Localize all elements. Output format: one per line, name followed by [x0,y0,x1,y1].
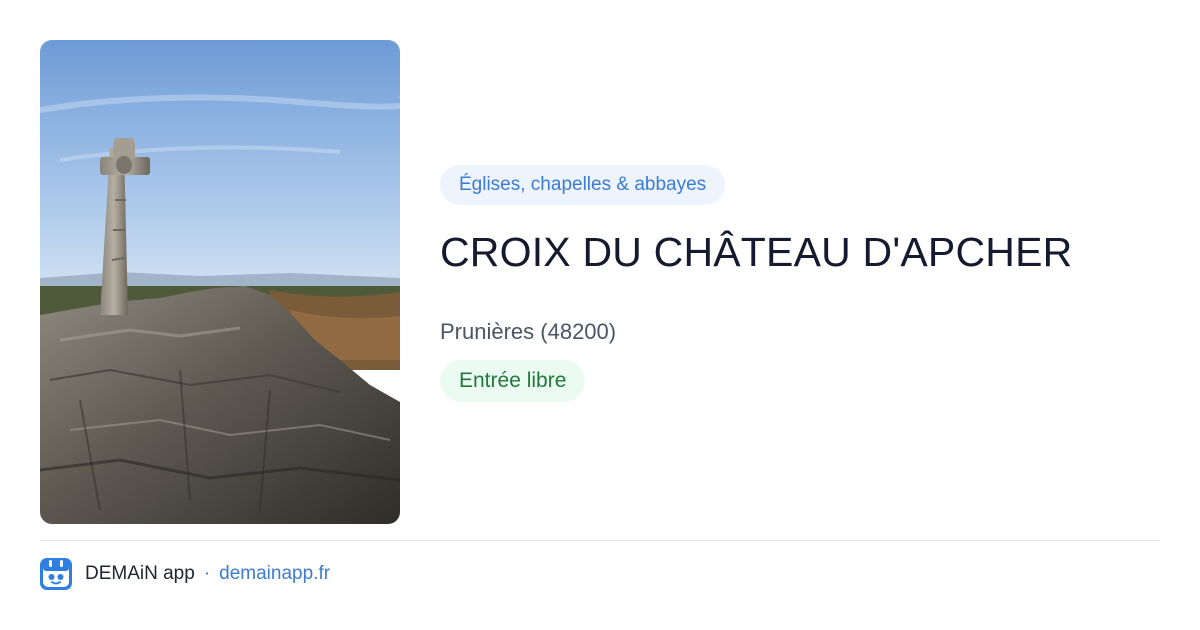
place-title: CROIX DU CHÂTEAU D'APCHER [440,229,1073,275]
place-location: Prunières (48200) [440,319,617,344]
category-badge[interactable]: Églises, chapelles & abbayes [440,165,726,205]
cross-on-rock-image [40,40,400,524]
app-url-link[interactable]: demainapp.fr [219,563,330,585]
footer-divider [40,540,1160,541]
place-photo [40,40,400,524]
app-name: DEMAiN app [85,563,195,584]
entry-badge: Entrée libre [440,360,586,402]
place-info: Églises, chapelles & abbayes CROIX DU CH… [440,165,1160,402]
footer-separator: · [203,563,211,584]
demain-app-logo-icon [40,558,72,590]
app-footer: DEMAiN app · demainapp.fr [40,558,330,590]
